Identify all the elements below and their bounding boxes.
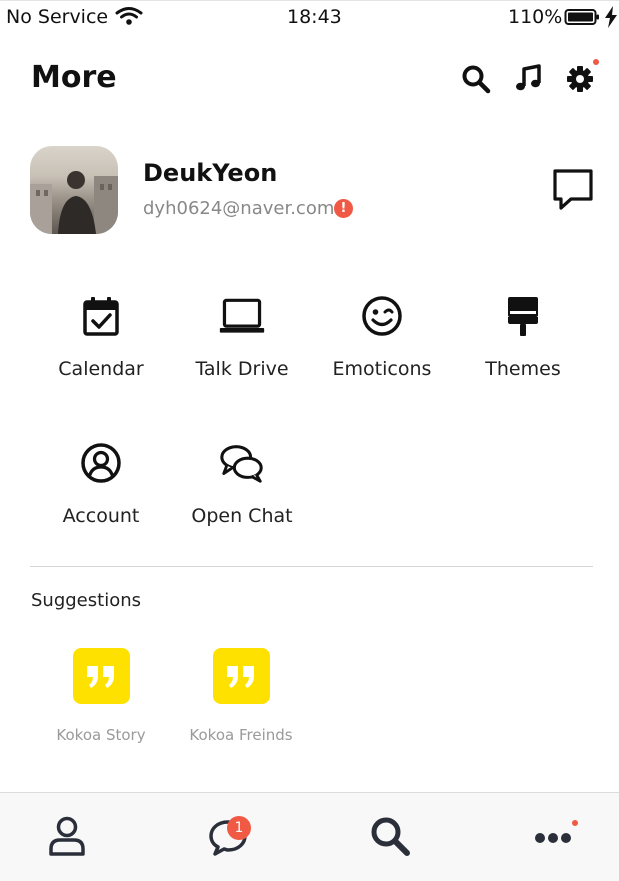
page-title: More — [31, 60, 117, 95]
tab-more[interactable] — [523, 808, 583, 868]
speech-bubble-icon[interactable] — [551, 167, 595, 217]
warning-icon[interactable]: ! — [334, 199, 353, 218]
search-icon[interactable] — [458, 61, 494, 97]
quote-icon — [72, 648, 130, 704]
profile-name: DeukYeon — [143, 159, 278, 187]
menu-label: Talk Drive — [195, 358, 289, 380]
suggestion-kokoa-freinds[interactable]: Kokoa Freinds — [170, 648, 312, 744]
more-dots-icon — [531, 814, 575, 862]
top-border — [0, 0, 619, 1]
menu-label: Account — [62, 505, 140, 527]
menu-item-calendar[interactable]: Calendar — [30, 292, 172, 402]
tab-friends[interactable] — [37, 808, 97, 868]
paint-brush-icon — [499, 292, 547, 340]
tab-chats[interactable] — [198, 808, 258, 868]
wink-face-icon — [358, 292, 406, 340]
battery-text: 110% — [508, 6, 563, 28]
gear-icon[interactable] — [562, 61, 598, 97]
carrier-text: No Service — [6, 6, 109, 28]
menu-label: Open Chat — [191, 505, 293, 527]
quote-icon — [212, 648, 270, 704]
menu-item-account[interactable]: Account — [30, 439, 172, 549]
profile-email: dyh0624@naver.com — [143, 198, 335, 219]
avatar[interactable] — [30, 146, 118, 234]
user-circle-icon — [77, 439, 125, 487]
menu-item-open-chat[interactable]: Open Chat — [171, 439, 313, 549]
clock-text: 18:43 — [287, 6, 342, 28]
battery-icon — [564, 7, 600, 31]
suggestion-kokoa-story[interactable]: Kokoa Story — [30, 648, 172, 744]
search-icon — [368, 814, 412, 862]
menu-label: Calendar — [58, 358, 144, 380]
tab-bar: 1 — [0, 792, 619, 881]
menu-label: Themes — [485, 358, 561, 380]
chat-bubbles-icon — [218, 439, 266, 487]
menu-label: Emoticons — [332, 358, 432, 380]
menu-item-emoticons[interactable]: Emoticons — [311, 292, 453, 402]
menu-item-themes[interactable]: Themes — [452, 292, 594, 402]
laptop-icon — [218, 292, 266, 340]
section-divider — [30, 566, 593, 567]
charging-bolt-icon — [604, 6, 618, 32]
calendar-icon — [77, 292, 125, 340]
suggestion-label: Kokoa Story — [56, 726, 146, 744]
suggestion-label: Kokoa Freinds — [189, 726, 293, 744]
suggestions-title: Suggestions — [31, 590, 141, 611]
wifi-icon — [115, 6, 143, 30]
settings-notification-dot — [593, 59, 599, 65]
more-notification-dot — [572, 820, 578, 826]
tab-search[interactable] — [360, 808, 420, 868]
menu-item-talk-drive[interactable]: Talk Drive — [171, 292, 313, 402]
person-icon — [47, 814, 87, 862]
music-icon[interactable] — [510, 61, 546, 97]
unread-badge: 1 — [227, 816, 251, 840]
